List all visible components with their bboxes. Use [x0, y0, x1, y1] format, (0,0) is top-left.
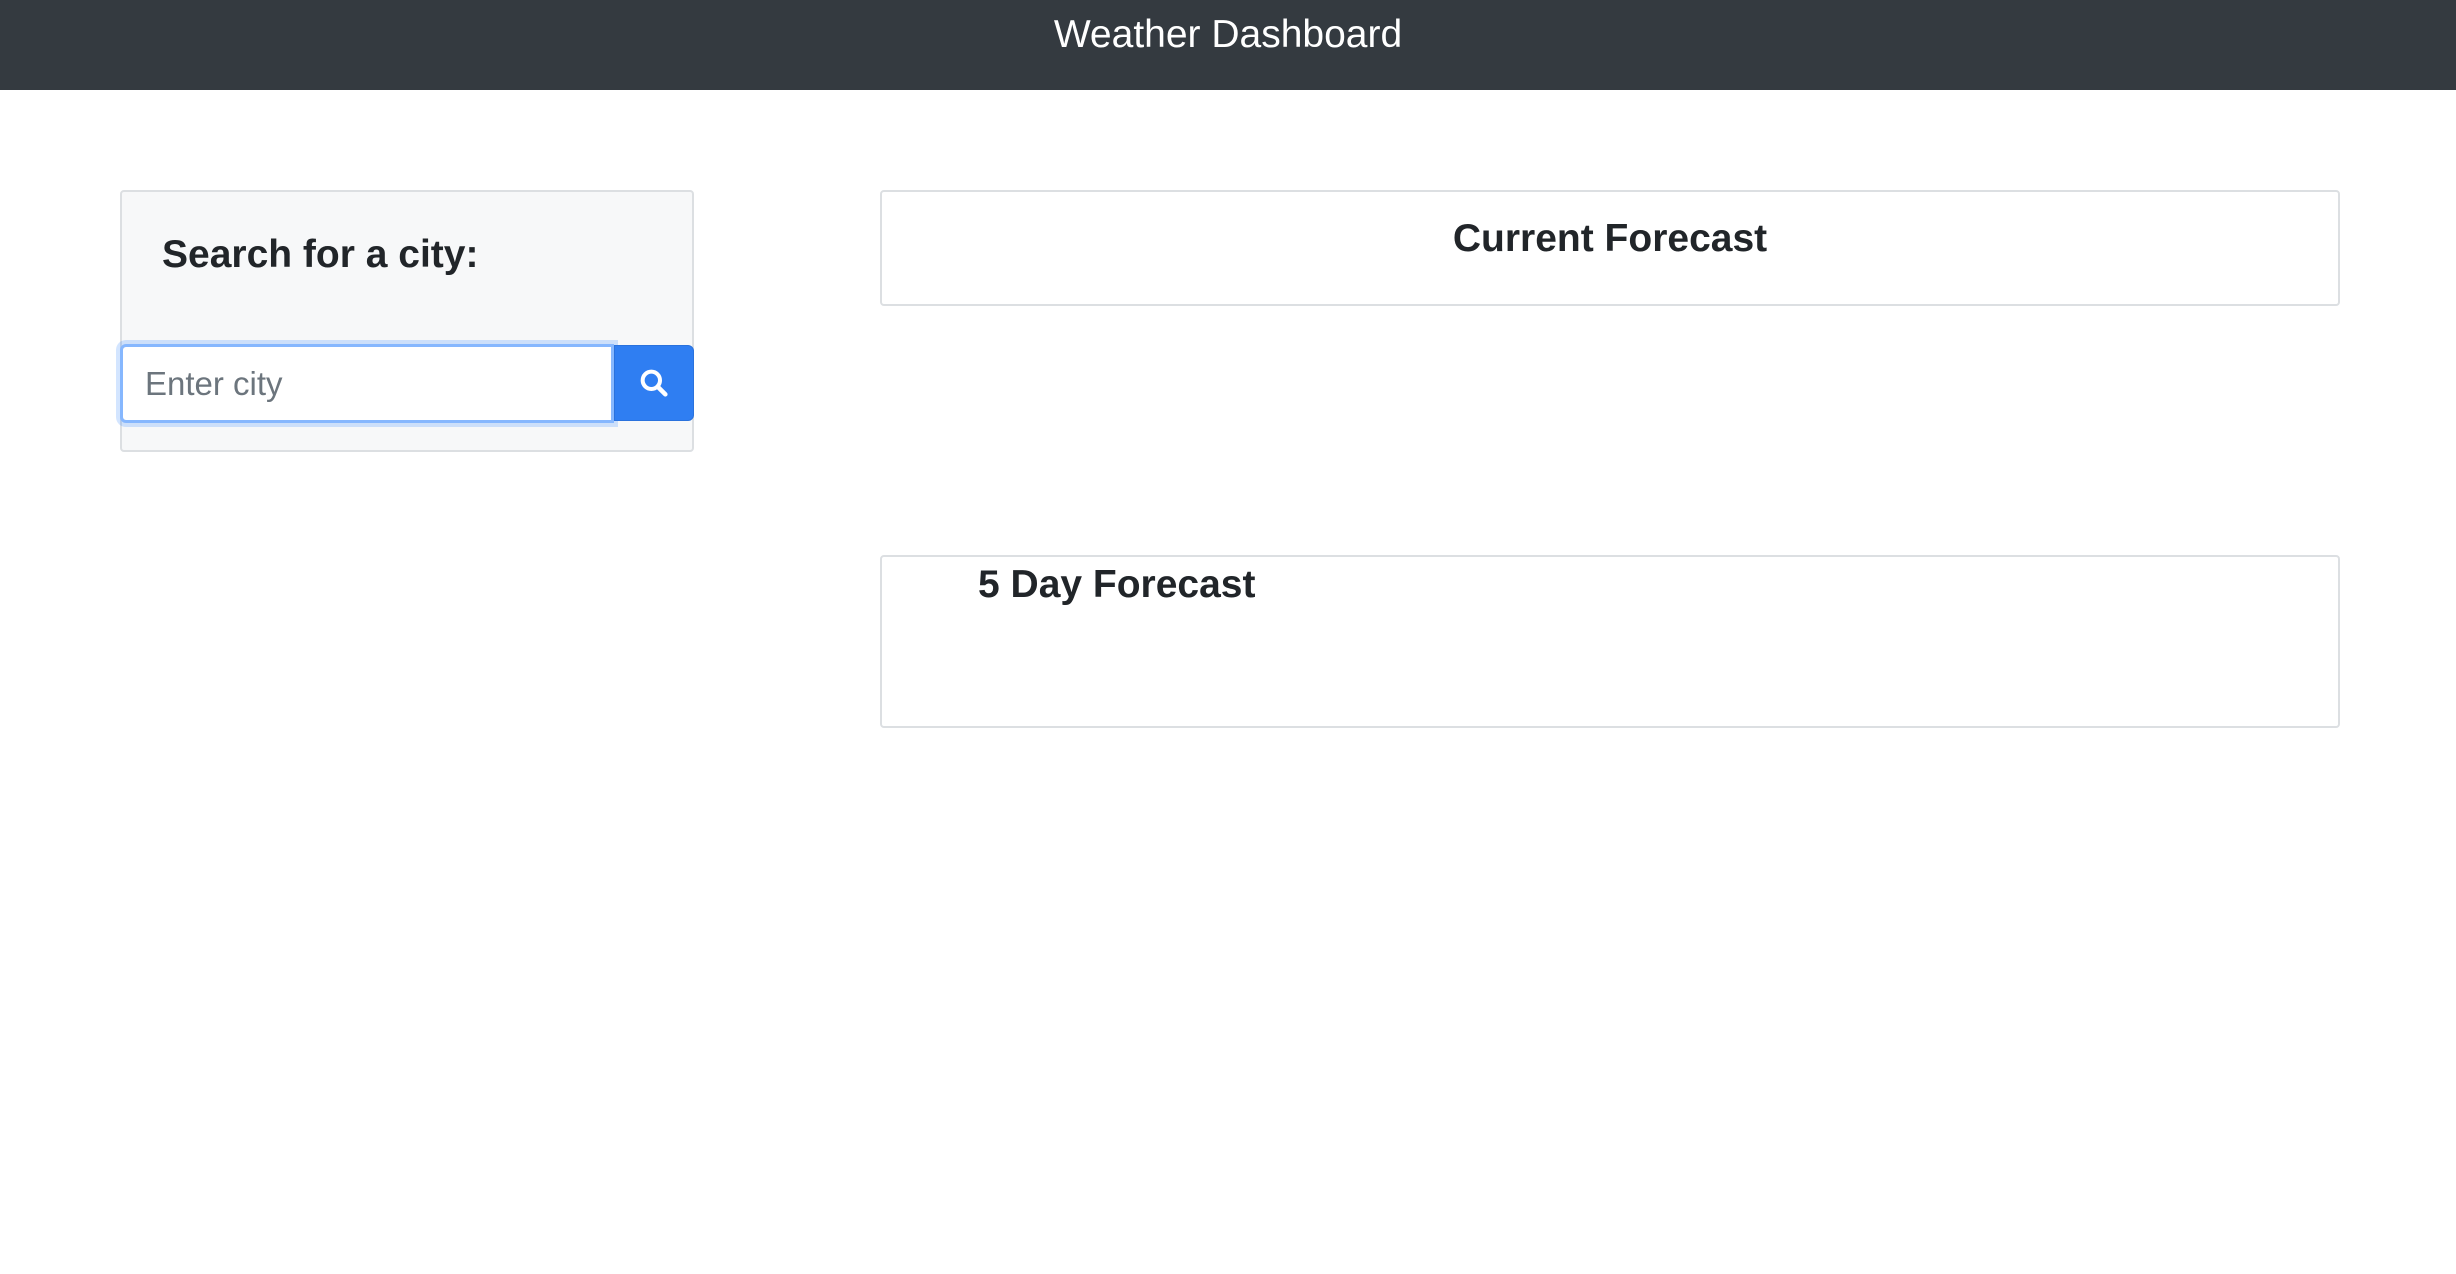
five-day-forecast-panel: 5 Day Forecast	[880, 555, 2340, 728]
current-forecast-panel: Current Forecast	[880, 190, 2340, 306]
search-form	[120, 344, 694, 423]
search-card: Search for a city:	[120, 190, 694, 452]
current-forecast-title: Current Forecast	[1452, 217, 1768, 260]
app-title: Weather Dashboard	[1053, 13, 1403, 56]
search-icon	[640, 369, 668, 397]
city-search-input[interactable]	[120, 344, 615, 423]
search-button[interactable]	[614, 345, 694, 421]
navbar: Weather Dashboard	[0, 0, 2456, 90]
five-day-forecast-title: 5 Day Forecast	[978, 563, 1256, 606]
search-heading: Search for a city:	[162, 233, 479, 276]
